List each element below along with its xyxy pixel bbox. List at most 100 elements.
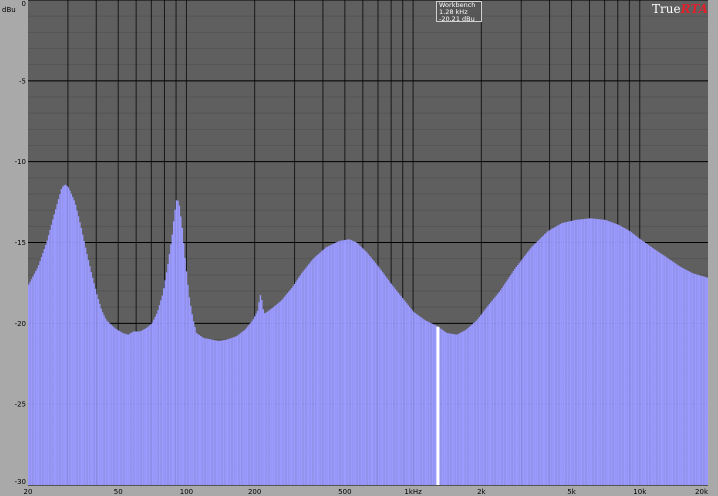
spectrum-bar [286, 293, 289, 485]
spectrum-bar [573, 220, 576, 486]
spectrum-bar [418, 316, 421, 485]
spectrum-bar [347, 239, 350, 485]
spectrum-bar [380, 270, 382, 485]
spectrum-bar [447, 333, 449, 485]
spectrum-bar [674, 263, 677, 485]
spectrum-bar [177, 200, 179, 486]
spectrum-bar [200, 335, 202, 485]
spectrum-bar [306, 266, 309, 485]
spectrum-bar [627, 230, 630, 485]
spectrum-bar [434, 325, 436, 485]
spectrum-bar [373, 261, 375, 485]
spectrum-bar [337, 241, 340, 485]
spectrum-bar [272, 307, 274, 485]
spectrum-bar [83, 241, 85, 485]
spectrum-bar [137, 331, 139, 485]
spectrum-bar [278, 302, 280, 485]
spectrum-bar [595, 218, 597, 485]
spectrum-bar [211, 339, 213, 485]
spectrum-bar [94, 288, 97, 485]
spectrum-bar [138, 331, 141, 485]
spectrum-bar [572, 220, 574, 486]
spectrum-bar [579, 219, 581, 485]
spectrum-bar [235, 336, 237, 485]
spectrum-bar [623, 227, 626, 485]
spectrum-bar [87, 260, 90, 485]
spectrum-bar [69, 190, 71, 485]
spectrum-bar [293, 283, 296, 485]
spectrum-bar [696, 274, 698, 485]
x-tick-label: 5k [567, 488, 576, 496]
spectrum-bar [535, 242, 537, 485]
spectrum-bar [561, 223, 563, 486]
spectrum-bar [265, 312, 267, 485]
spectrum-bar [236, 335, 239, 485]
spectrum-bar [59, 194, 61, 485]
spectrum-bar [552, 228, 554, 486]
spectrum-bar [433, 324, 435, 485]
spectrum-bar [411, 310, 414, 485]
spectrum-bar [151, 322, 154, 485]
spectrum-bar [37, 265, 40, 485]
spectrum-bar [229, 338, 232, 485]
spectrum-bar [453, 334, 455, 485]
spectrum-bar [649, 245, 651, 485]
spectrum-bar [416, 314, 418, 485]
spectrum-bar [701, 276, 704, 485]
spectrum-bar [64, 184, 67, 485]
spectrum-bar [457, 334, 459, 485]
spectrum-bar [588, 218, 590, 486]
spectrum-bar [667, 258, 670, 485]
spectrum-bar [145, 327, 148, 485]
spectrum-bar [461, 331, 463, 485]
spectrum-bar [470, 325, 472, 485]
spectrum-bar [613, 223, 616, 486]
spectrum-bar [687, 270, 690, 485]
x-tick-label: 50 [114, 488, 123, 496]
spectrum-bar [107, 321, 110, 485]
spectrum-bar [698, 275, 701, 485]
spectrum-bar [538, 239, 540, 485]
spectrum-bar [528, 250, 530, 485]
spectrum-bar [450, 333, 452, 485]
spectrum-bar [534, 243, 536, 485]
spectrum-bar [326, 246, 328, 485]
spectrum-bar [551, 228, 553, 485]
spectrum-bar [288, 291, 290, 485]
spectrum-bar [664, 256, 667, 485]
spectrum-bar [548, 230, 550, 485]
spectrum-bar [303, 269, 306, 485]
spectrum-bar [589, 218, 591, 485]
spectrum-bar [512, 270, 515, 485]
spectrum-bar [468, 326, 471, 485]
spectrum-bar [578, 219, 580, 485]
spectrum-bar [690, 272, 692, 485]
spectrum-bar [404, 301, 407, 485]
spectrum-bar [93, 283, 95, 485]
spectrum-bar [121, 332, 124, 485]
spectrum-bar [514, 268, 516, 485]
spectrum-bar [103, 315, 105, 485]
x-tick-label: 20k [695, 488, 709, 496]
spectrum-bar [440, 328, 442, 485]
spectrum-bar [147, 326, 149, 485]
spectrum-bar [590, 218, 593, 485]
spectrum-bar [317, 253, 320, 485]
spectrum-bar [140, 330, 142, 485]
spectrum-bar [671, 261, 674, 485]
spectrum-bar [143, 329, 145, 485]
spectrum-bar [238, 334, 240, 485]
spectrum-bar [30, 279, 33, 485]
spectrum-bar [84, 247, 87, 485]
spectrum-bar [485, 307, 488, 485]
spectrum-bar [263, 313, 266, 485]
spectrum-bar [218, 341, 220, 485]
spectrum-bar [262, 309, 264, 485]
spectrum-bar [130, 332, 132, 485]
spectrum-bar [209, 339, 212, 485]
spectrum-bar [77, 216, 80, 486]
spectrum-bar [462, 331, 465, 485]
spectrum-bar [357, 244, 360, 485]
spectrum-bar [379, 268, 381, 485]
spectrum-bar [215, 340, 218, 485]
